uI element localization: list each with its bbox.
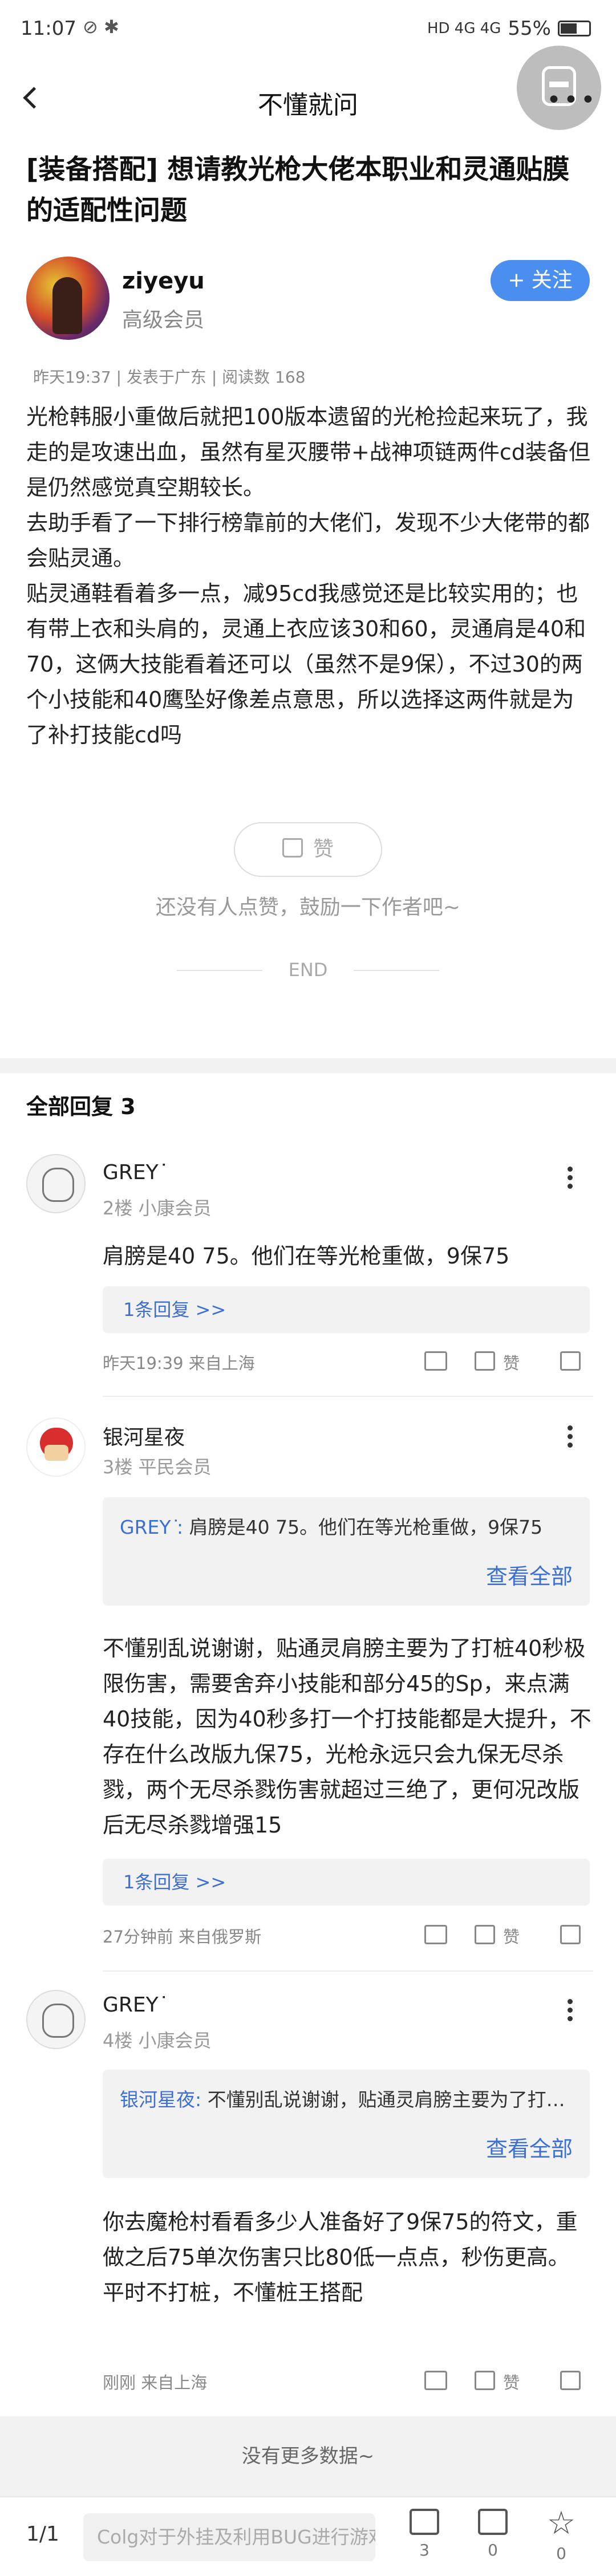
quote-user[interactable]: GREY ͘: xyxy=(120,1516,183,1538)
thumbs-down-icon[interactable] xyxy=(560,2371,581,2390)
comment-icon[interactable] xyxy=(424,1351,447,1371)
avatar[interactable] xyxy=(26,1417,86,1477)
comment-icon[interactable] xyxy=(424,2371,447,2390)
reply-actions: 赞 xyxy=(420,1921,591,1950)
like-label: 赞 xyxy=(313,838,334,861)
reply-author-name[interactable]: GREY ͘ xyxy=(103,1161,165,1184)
reply-floor-level: 2楼 小康会员 xyxy=(103,1197,212,1219)
quoted-reply: 银河星夜: 不懂别乱说谢谢，贴通灵肩膀主要为了打桩40秒极限伤害 查看全部 xyxy=(103,2070,590,2178)
reply-more-icon[interactable] xyxy=(561,1422,578,1456)
favorite-button[interactable]: ☆ 0 xyxy=(538,2508,584,2566)
reply-divider xyxy=(103,1970,593,1972)
reply-footer: 27分钟前 来自俄罗斯 xyxy=(103,1927,262,1947)
quoted-reply: GREY ͘: 肩膀是40 75。他们在等光枪重做，9保75 查看全部 xyxy=(103,1497,590,1606)
like-count: 0 xyxy=(488,2541,498,2559)
sub-replies-link[interactable]: 1条回复 >> xyxy=(103,1286,590,1333)
quote-text: 不懂别乱说谢谢，贴通灵肩膀主要为了打桩40秒极限伤害 xyxy=(207,2089,576,2111)
post-title: [装备搭配] 想请教光枪大佬本职业和灵通贴膜的适配性问题 xyxy=(26,154,570,226)
reply-author-name[interactable]: GREY ͘ xyxy=(103,1993,165,2017)
end-text: END xyxy=(288,959,328,981)
reply-text-line: 平时不打桩，不懂桩王搭配 xyxy=(103,2280,363,2305)
view-all-link[interactable]: 查看全部 xyxy=(486,2131,573,2163)
bottom-bar: 1/1 Colg对于外挂及利用BUG进行游戏的行为零容忍 3 0 ☆0 xyxy=(0,2496,616,2576)
reply-text: 肩膀是40 75。他们在等光枪重做，9保75 xyxy=(103,1244,510,1269)
reply-text: 不懂别乱说谢谢，贴通灵肩膀主要为了打桩40秒极限伤害，需要舍弃小技能和部分45的… xyxy=(103,1636,591,1838)
status-right: HD 4G 4G 55% xyxy=(427,17,591,40)
reply-actions: 赞 xyxy=(420,2367,591,2396)
view-all-link[interactable]: 查看全部 xyxy=(486,1559,573,1590)
avatar[interactable] xyxy=(26,1990,86,2049)
page-indicator[interactable]: 1/1 xyxy=(26,2522,59,2546)
reply-more-icon[interactable] xyxy=(561,1163,578,1197)
quote-user[interactable]: 银河星夜: xyxy=(120,2089,201,2111)
thumbs-up-icon[interactable] xyxy=(475,1925,495,1944)
battery-icon xyxy=(558,21,591,36)
post-paragraph: 贴灵通鞋看着多一点，减95cd我感觉还是比较实用的；也有带上衣和头肩的，灵通上衣… xyxy=(26,581,586,747)
like-label[interactable]: 赞 xyxy=(503,1924,520,1948)
author-avatar[interactable] xyxy=(26,257,110,340)
reply-actions: 赞 xyxy=(420,1348,591,1376)
comment-count: 3 xyxy=(419,2541,429,2559)
quote-text: 肩膀是40 75。他们在等光枪重做，9保75 xyxy=(183,1516,543,1538)
comment-icon[interactable] xyxy=(424,1925,447,1944)
reply-input[interactable]: Colg对于外挂及利用BUG进行游戏的行为零容忍 xyxy=(83,2513,375,2561)
comment-icon xyxy=(410,2509,439,2535)
thumbs-up-icon[interactable] xyxy=(475,1351,495,1371)
network-indicator: HD 4G 4G xyxy=(427,20,501,37)
reply-author-name[interactable]: 银河星夜 xyxy=(103,1421,185,1450)
status-time: 11:07 xyxy=(21,17,76,40)
sub-replies-link[interactable]: 1条回复 >> xyxy=(103,1859,590,1905)
reply-text-line: 你去魔枪村看看多少人准备好了9保75的符文，重做之后75单次伤害只比80低一点点… xyxy=(103,2209,578,2270)
section-divider xyxy=(0,1058,616,1073)
battery-level: 55% xyxy=(508,17,551,40)
like-label[interactable]: 赞 xyxy=(503,2370,520,2394)
post-paragraph: 光枪韩服小重做后就把100版本遗留的光枪捡起来玩了，我走的是攻速出血，虽然有星灭… xyxy=(26,404,590,500)
thumbs-down-icon[interactable] xyxy=(560,1925,581,1944)
quote-content: GREY ͘: 肩膀是40 75。他们在等光枪重做，9保75 xyxy=(120,1512,576,1539)
quote-content: 银河星夜: 不懂别乱说谢谢，贴通灵肩膀主要为了打桩40秒极限伤害 xyxy=(120,2085,576,2112)
reply-more-icon[interactable] xyxy=(561,1996,578,2030)
thumbs-up-icon[interactable] xyxy=(475,2371,495,2390)
avatar[interactable] xyxy=(26,1154,86,1213)
post-paragraph: 去助手看了一下排行榜靠前的大佬们，发现不少大佬带的都会贴灵通。 xyxy=(26,510,590,571)
reply-text: 你去魔枪村看看多少人准备好了9保75的符文，重做之后75单次伤害只比80低一点点… xyxy=(103,2204,593,2310)
end-marker: END xyxy=(177,956,439,984)
post-content: 光枪韩服小重做后就把100版本遗留的光枪捡起来玩了，我走的是攻速出血，虽然有星灭… xyxy=(26,399,591,753)
post-meta: 昨天19:37 | 发表于广东 | 阅读数 168 xyxy=(33,368,306,387)
status-bar: 11:07 ⊘ ✱ HD 4G 4G 55% xyxy=(0,0,616,62)
like-label[interactable]: 赞 xyxy=(503,1350,520,1374)
thumbs-up-icon xyxy=(478,2509,508,2535)
like-button[interactable]: 0 xyxy=(470,2509,516,2566)
more-options-icon[interactable]: ••• xyxy=(546,86,598,115)
reply-footer: 刚刚 来自上海 xyxy=(103,2373,208,2392)
author-level: 高级会员 xyxy=(122,308,205,332)
follow-button[interactable]: + 关注 xyxy=(491,260,590,301)
reply-divider xyxy=(103,1396,593,1397)
comments-button[interactable]: 3 xyxy=(402,2509,447,2566)
star-icon: ☆ xyxy=(546,2505,576,2542)
reply-footer: 昨天19:39 来自上海 xyxy=(103,1354,255,1373)
no-likes-text: 还没有人点赞，鼓励一下作者吧~ xyxy=(155,896,461,919)
reply-floor-level: 4楼 小康会员 xyxy=(103,2030,212,2051)
reply-floor-level: 3楼 平民会员 xyxy=(103,1456,212,1478)
favorite-count: 0 xyxy=(556,2544,566,2563)
like-post-button[interactable]: 赞 xyxy=(234,822,382,877)
author-name[interactable]: ziyeyu xyxy=(122,268,205,294)
thumbs-down-icon[interactable] xyxy=(560,1351,581,1371)
status-left-icons: ⊘ ✱ xyxy=(83,16,119,38)
no-more-data: 没有更多数据~ xyxy=(0,2416,616,2496)
replies-header: 全部回复 3 xyxy=(26,1094,136,1119)
thumbs-up-icon xyxy=(282,838,303,858)
